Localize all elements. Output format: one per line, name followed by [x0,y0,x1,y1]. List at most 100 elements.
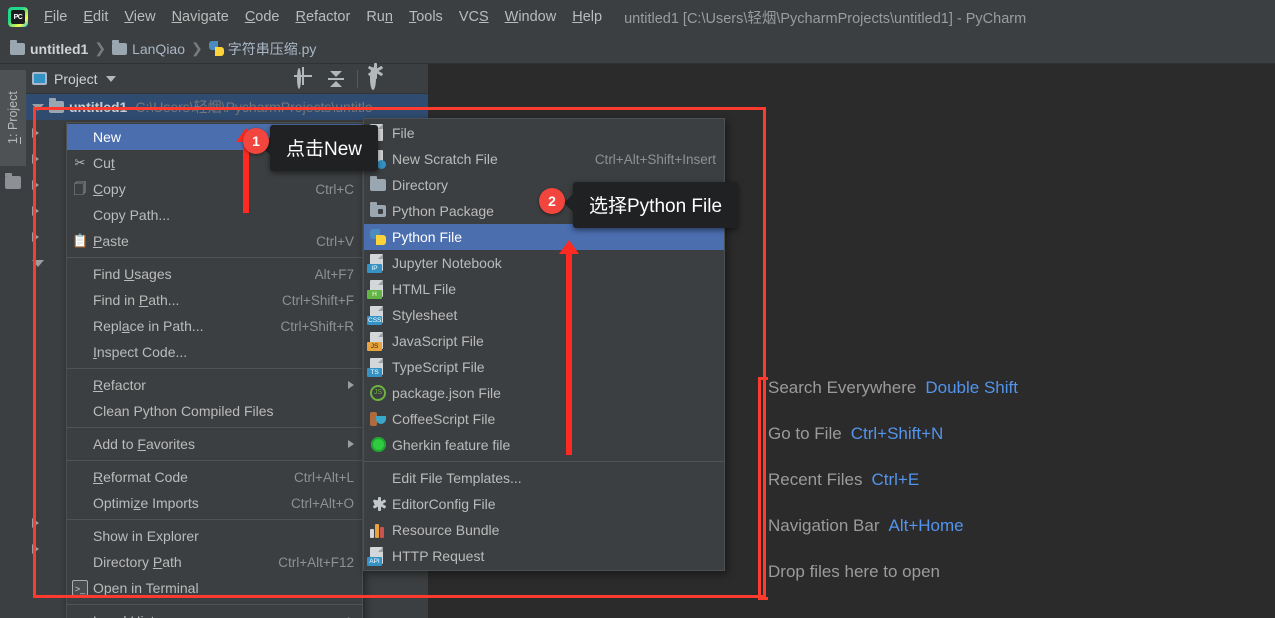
menu-item-label: Local History [93,613,338,618]
menu-item-find-usages[interactable]: Find Usages Alt+F7 [67,261,362,287]
submenu-item-javascript-file[interactable]: JS JavaScript File [364,328,724,354]
menu-item-label: Reformat Code [93,469,280,485]
menu-vcs[interactable]: VCS [451,6,497,28]
empty-icon [67,490,93,516]
menu-item-clean-python-compiled-files[interactable]: Clean Python Compiled Files [67,398,362,424]
jupyter-file-icon: IP [364,250,392,276]
menu-window[interactable]: Window [497,6,565,28]
tree-expander-icon[interactable] [32,180,39,190]
submenu-item-html-file[interactable]: H HTML File [364,276,724,302]
submenu-item-editorconfig-file[interactable]: EditorConfig File [364,491,724,517]
submenu-item-gherkin-feature-file[interactable]: Gherkin feature file [364,432,724,458]
chevron-down-icon[interactable] [106,76,116,82]
gear-icon[interactable] [370,70,388,88]
menu-navigate[interactable]: Navigate [164,6,237,28]
menu-separator [67,257,362,258]
tree-expander-icon[interactable] [32,154,39,164]
menu-item-copy-path[interactable]: Copy Path... [67,202,362,228]
sidebar-tab-project[interactable]: 1: Project [0,70,26,166]
tree-expander-icon[interactable] [32,232,39,242]
submenu-item-new-scratch-file[interactable]: New Scratch File Ctrl+Alt+Shift+Insert [364,146,724,172]
menu-item-shortcut: Ctrl+Alt+O [291,496,354,511]
tool-window-strip-left: 1: Project [0,64,26,618]
menu-item-label: Open in Terminal [93,580,354,596]
menu-run[interactable]: Run [358,6,401,28]
project-panel-toolbar [297,70,422,88]
menu-item-inspect-code[interactable]: Inspect Code... [67,339,362,365]
annotation-highlight-box-hints [758,377,768,600]
submenu-item-edit-file-templates[interactable]: Edit File Templates... [364,465,724,491]
submenu-item-coffeescript-file[interactable]: CoffeeScript File [364,406,724,432]
submenu-item-file[interactable]: File [364,120,724,146]
tree-expander-icon[interactable] [32,206,39,216]
menu-item-open-in-terminal[interactable]: >_ Open in Terminal [67,575,362,601]
menu-edit[interactable]: Edit [75,6,116,28]
menu-item-reformat-code[interactable]: Reformat Code Ctrl+Alt+L [67,464,362,490]
submenu-item-label: EditorConfig File [392,496,716,512]
menu-refactor[interactable]: Refactor [288,6,359,28]
submenu-separator [364,461,724,462]
submenu-item-label: HTML File [392,281,716,297]
submenu-item-typescript-file[interactable]: TS TypeScript File [364,354,724,380]
breadcrumb-item-folder[interactable]: LanQiao [112,41,185,57]
menu-item-label: Directory Path [93,554,264,570]
tree-row-root[interactable]: untitled1 C:\Users\轻烟\PycharmProjects\un… [26,94,428,120]
menu-item-label: Inspect Code... [93,344,354,360]
submenu-arrow-icon [348,440,354,448]
menu-item-shortcut: Ctrl+Alt+F12 [278,555,354,570]
menu-bar: PC File Edit View Navigate Code Refactor… [0,0,1275,34]
hint-label: Navigation Bar [768,516,880,536]
menu-code[interactable]: Code [237,6,288,28]
empty-icon [67,372,93,398]
breadcrumb: untitled1 ❯ LanQiao ❯ 字符串压缩.py [0,34,1275,64]
hint-shortcut: Ctrl+E [871,470,919,490]
breadcrumb-separator: ❯ [94,40,106,57]
menu-item-label: Refactor [93,377,338,393]
menu-item-add-to-favorites[interactable]: Add to Favorites [67,431,362,457]
tree-root-path: C:\Users\轻烟\PycharmProjects\untitle [135,97,372,117]
python-file-icon [364,224,392,250]
submenu-item-package-json-file[interactable]: JS package.json File [364,380,724,406]
menu-item-paste[interactable]: 📋 Paste Ctrl+V [67,228,362,254]
tree-expander-icon[interactable] [32,518,39,528]
submenu-item-jupyter-notebook[interactable]: IP Jupyter Notebook [364,250,724,276]
submenu-item-label: package.json File [392,385,716,401]
breadcrumb-item-file[interactable]: 字符串压缩.py [209,39,317,59]
tree-expander-icon[interactable] [32,544,39,554]
submenu-item-label: CoffeeScript File [392,411,716,427]
menu-item-local-history[interactable]: Local History [67,608,362,618]
submenu-item-label: JavaScript File [392,333,716,349]
menu-item-optimize-imports[interactable]: Optimize Imports Ctrl+Alt+O [67,490,362,516]
breadcrumb-item-project[interactable]: untitled1 [10,41,88,57]
folder-icon[interactable] [5,176,21,189]
pycharm-window: PC File Edit View Navigate Code Refactor… [0,0,1275,618]
menu-item-refactor[interactable]: Refactor [67,372,362,398]
tree-expander-icon[interactable] [32,104,44,111]
submenu-item-resource-bundle[interactable]: Resource Bundle [364,517,724,543]
menu-help[interactable]: Help [564,6,610,28]
empty-icon [67,287,93,313]
submenu-item-stylesheet[interactable]: CSS Stylesheet [364,302,724,328]
minimize-icon[interactable] [400,70,418,88]
copy-icon: 🗍 [67,176,93,202]
locate-target-icon[interactable] [297,70,315,88]
html-file-icon: H [364,276,392,302]
collapse-all-icon[interactable] [327,70,345,88]
project-view-icon [32,72,47,85]
hint-label: Search Everywhere [768,378,916,398]
menu-view[interactable]: View [116,6,163,28]
menu-item-replace-in-path[interactable]: Replace in Path... Ctrl+Shift+R [67,313,362,339]
hint-drop-files: Drop files here to open [768,562,1018,582]
menu-item-copy[interactable]: 🗍 Copy Ctrl+C [67,176,362,202]
menu-tools[interactable]: Tools [401,6,451,28]
tree-expander-icon[interactable] [32,128,39,138]
submenu-item-http-request[interactable]: API HTTP Request [364,543,724,569]
menu-item-find-in-path[interactable]: Find in Path... Ctrl+Shift+F [67,287,362,313]
submenu-item-label: Stylesheet [392,307,716,323]
menu-item-show-in-explorer[interactable]: Show in Explorer [67,523,362,549]
tree-expander-icon[interactable] [32,260,44,267]
menu-file[interactable]: File [36,6,75,28]
ts-file-icon: TS [364,354,392,380]
menu-item-directory-path[interactable]: Directory Path Ctrl+Alt+F12 [67,549,362,575]
menu-item-shortcut: Ctrl+Shift+F [282,293,354,308]
